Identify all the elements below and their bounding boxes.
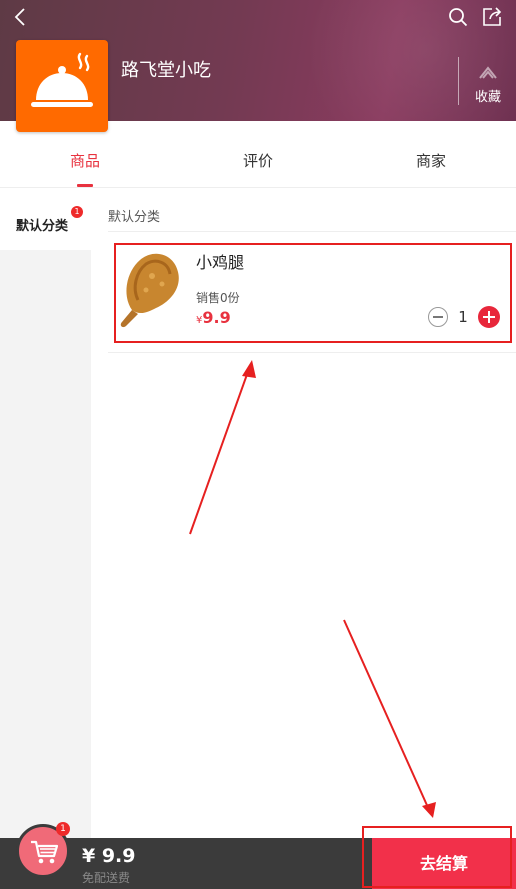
product-highlight-box <box>114 243 512 343</box>
tab-reviews[interactable]: 评价 <box>198 150 318 171</box>
category-sidebar: 默认分类 1 <box>0 188 91 838</box>
back-icon[interactable] <box>10 6 32 28</box>
shop-logo <box>16 40 108 132</box>
cart-total: ¥ 9.9 <box>82 845 136 867</box>
favorite-label: 收藏 <box>474 90 501 105</box>
cart-icon <box>31 840 58 864</box>
arrow-to-checkout <box>343 619 431 813</box>
arrow-to-product <box>189 365 251 535</box>
category-divider <box>108 231 516 232</box>
cloche-icon <box>31 52 93 107</box>
sidebar-count-badge: 1 <box>71 206 83 218</box>
tab-merchant[interactable]: 商家 <box>371 150 491 171</box>
arrow-to-product-head <box>242 360 256 378</box>
favorite-icon <box>479 66 497 79</box>
favorite-button[interactable]: 收藏 <box>468 62 508 106</box>
cart-count-badge: 1 <box>56 822 70 836</box>
checkout-highlight-box <box>362 826 512 888</box>
arrow-to-checkout-head <box>422 802 436 818</box>
sidebar-item-label: 默认分类 <box>16 219 69 234</box>
tab-products[interactable]: 商品 <box>25 150 145 171</box>
tab-bar: 商品 评价 商家 <box>0 150 516 188</box>
delivery-fee-note: 免配送费 <box>82 871 131 885</box>
search-icon[interactable] <box>448 7 468 27</box>
category-title: 默认分类 <box>108 210 161 225</box>
shop-name: 路飞堂小吃 <box>121 60 211 81</box>
header-divider <box>458 57 459 105</box>
sidebar-item-default-category[interactable]: 默认分类 1 <box>0 188 91 250</box>
share-icon[interactable] <box>481 6 503 28</box>
product-divider <box>108 352 516 353</box>
